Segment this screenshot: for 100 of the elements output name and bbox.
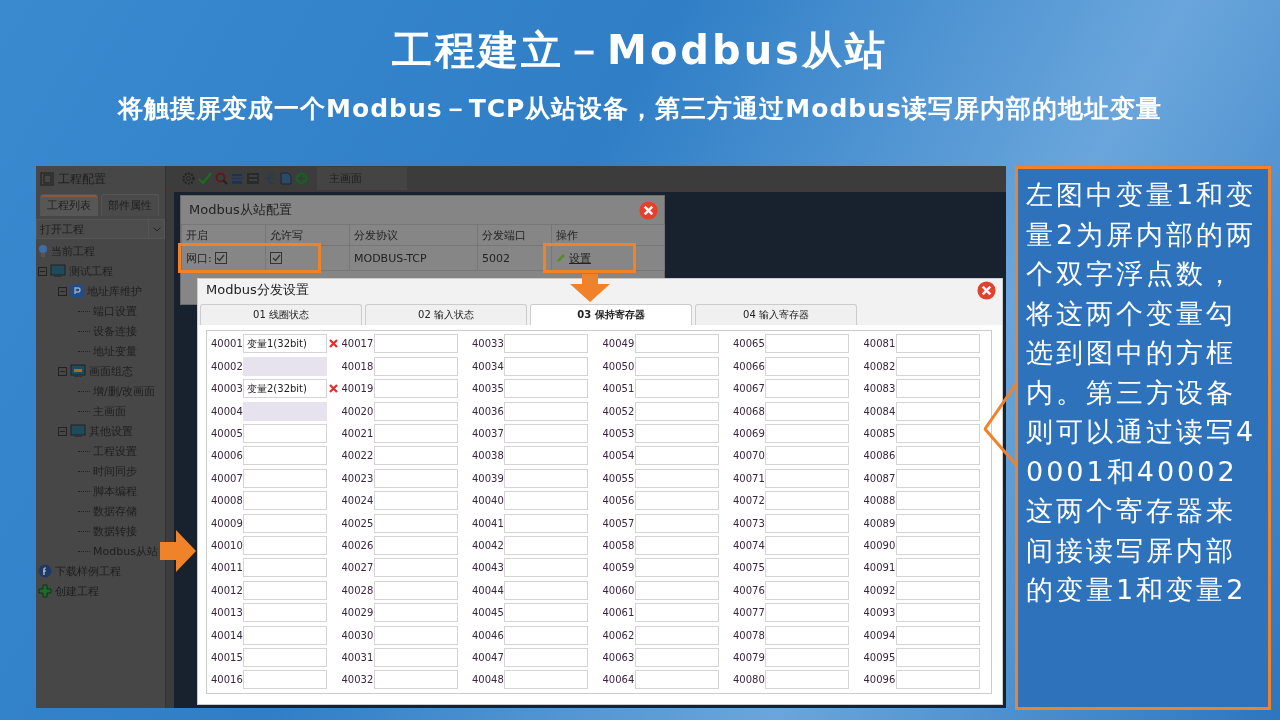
input-field[interactable] [373, 379, 458, 399]
checkbox[interactable] [214, 252, 227, 264]
input-field[interactable] [504, 334, 588, 354]
input-field[interactable] [373, 580, 458, 600]
input-field[interactable] [765, 535, 849, 555]
expander-icon[interactable] [58, 366, 67, 376]
input-field[interactable] [634, 491, 719, 511]
input-field[interactable] [504, 535, 588, 555]
input-field[interactable] [243, 625, 327, 645]
input-field[interactable] [895, 446, 980, 466]
input-field[interactable]: 变量1(32bit) [243, 334, 327, 354]
expander-icon[interactable] [38, 266, 47, 276]
input-field[interactable] [895, 558, 980, 578]
input-field[interactable] [373, 468, 458, 488]
input-field[interactable] [634, 558, 719, 578]
input-field[interactable] [373, 446, 458, 466]
remove-icon[interactable] [329, 384, 338, 394]
input-field[interactable] [634, 580, 719, 600]
register-tab[interactable]: 01 线圈状态 [200, 303, 362, 325]
input-field[interactable] [243, 670, 327, 690]
input-field[interactable] [243, 558, 327, 578]
input-field[interactable] [243, 603, 327, 623]
input-field[interactable] [504, 401, 588, 421]
register-tab[interactable]: 03 保持寄存器 [530, 303, 692, 325]
input-field[interactable] [634, 535, 719, 555]
input-field[interactable] [373, 670, 458, 690]
checkbox[interactable] [270, 252, 282, 264]
input-field[interactable] [504, 647, 588, 667]
input-field[interactable] [504, 356, 588, 376]
input-field[interactable] [504, 468, 588, 488]
input-field[interactable] [765, 446, 849, 466]
input-field[interactable] [765, 379, 849, 399]
gear-icon[interactable] [182, 172, 195, 185]
add-icon[interactable] [295, 172, 308, 185]
input-field[interactable] [373, 491, 458, 511]
settings-link[interactable]: 设置 [569, 250, 591, 266]
input-field[interactable] [895, 647, 980, 667]
input-field[interactable] [634, 446, 719, 466]
input-field[interactable] [895, 603, 980, 623]
input-field[interactable]: 变量2(32bit) [243, 379, 327, 399]
input-field[interactable] [634, 356, 719, 376]
input-field[interactable] [243, 580, 327, 600]
input-field[interactable] [504, 446, 588, 466]
input-field[interactable] [373, 513, 458, 533]
input-field[interactable] [765, 401, 849, 421]
input-field[interactable] [895, 535, 980, 555]
input-field[interactable] [243, 647, 327, 667]
input-field[interactable] [243, 424, 327, 443]
input-field[interactable] [765, 558, 849, 578]
grid-icon[interactable] [231, 172, 243, 185]
document-icon[interactable] [280, 172, 292, 185]
input-field[interactable] [373, 356, 458, 376]
input-field[interactable] [895, 491, 980, 511]
input-field[interactable] [895, 334, 980, 354]
input-field[interactable] [895, 379, 980, 399]
remove-icon[interactable] [329, 339, 338, 349]
input-field[interactable] [895, 670, 980, 690]
input-field[interactable] [765, 580, 849, 600]
check-icon[interactable] [198, 172, 212, 185]
expander-icon[interactable] [58, 286, 67, 296]
input-field[interactable] [765, 647, 849, 667]
input-field[interactable] [373, 558, 458, 578]
input-field[interactable] [765, 424, 849, 443]
input-field[interactable] [634, 625, 719, 645]
input-field[interactable] [373, 625, 458, 645]
input-field[interactable] [634, 401, 719, 421]
input-field[interactable] [765, 603, 849, 623]
input-field[interactable] [243, 446, 327, 466]
input-field[interactable] [634, 379, 719, 399]
input-field[interactable] [765, 356, 849, 376]
input-field[interactable] [634, 647, 719, 667]
input-field[interactable] [243, 513, 327, 533]
input-field[interactable] [765, 334, 849, 354]
input-field[interactable] [504, 491, 588, 511]
input-field[interactable] [895, 401, 980, 421]
input-field[interactable] [243, 468, 327, 488]
input-field[interactable] [765, 468, 849, 488]
input-field[interactable] [634, 670, 719, 690]
input-field[interactable] [373, 424, 458, 443]
input-field[interactable] [634, 424, 719, 443]
input-field[interactable] [895, 356, 980, 376]
input-field[interactable] [765, 513, 849, 533]
input-field[interactable] [504, 580, 588, 600]
close-icon[interactable] [639, 200, 658, 220]
input-field[interactable] [373, 647, 458, 667]
input-field[interactable] [373, 603, 458, 623]
input-field[interactable] [373, 535, 458, 555]
input-field[interactable] [634, 468, 719, 488]
input-field[interactable] [504, 558, 588, 578]
input-field[interactable] [504, 670, 588, 690]
search-icon[interactable] [215, 172, 228, 185]
input-field[interactable] [243, 491, 327, 511]
input-field[interactable] [634, 513, 719, 533]
input-field[interactable] [895, 468, 980, 488]
input-field[interactable] [504, 379, 588, 399]
input-field[interactable] [895, 580, 980, 600]
close-icon[interactable] [977, 280, 996, 300]
input-field[interactable] [373, 334, 458, 354]
input-field[interactable] [634, 334, 719, 354]
input-field[interactable] [504, 625, 588, 645]
